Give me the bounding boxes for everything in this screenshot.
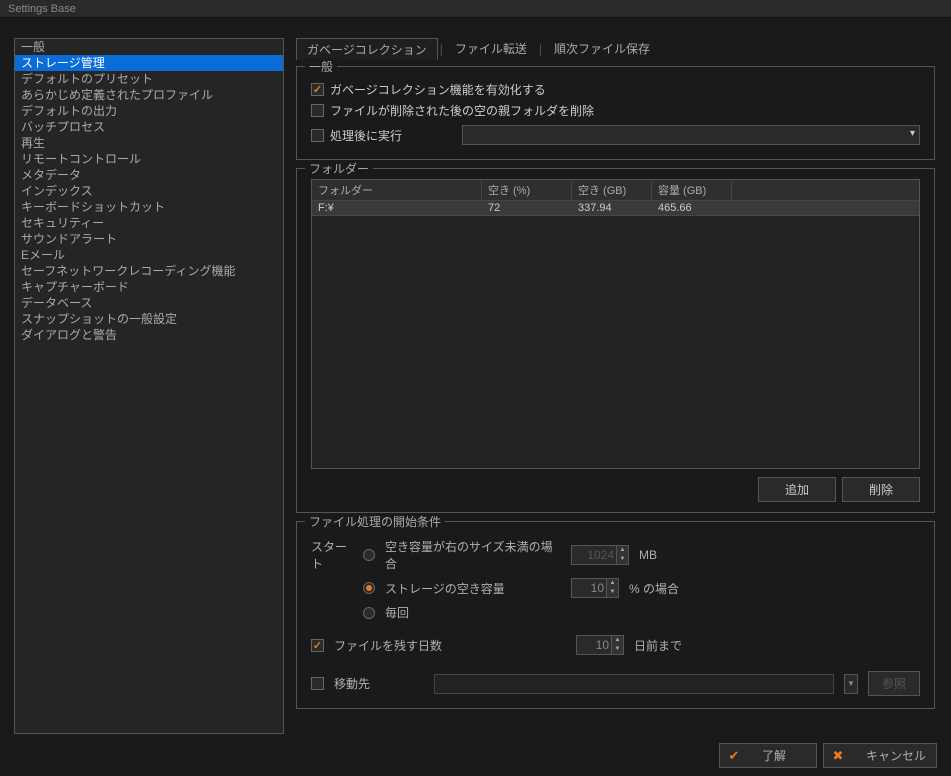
cell-free-pct: 72 [482,201,572,215]
size-value: 1024 [587,548,614,562]
header-free-pct[interactable]: 空き (%) [482,180,572,200]
move-to-input[interactable] [434,674,834,694]
radio-every[interactable] [363,607,375,619]
check-icon: ✔ [726,748,742,764]
radio-every-label: 毎回 [385,604,409,621]
sidebar-item-capture-board[interactable]: キャプチャーボード [15,279,283,295]
spinner-down-icon[interactable]: ▼ [611,645,623,654]
header-free-gb[interactable]: 空き (GB) [572,180,652,200]
keep-days-unit: 日前まで [634,637,682,654]
cell-free-gb: 337.94 [572,201,652,215]
size-spinner[interactable]: 1024 ▲▼ [571,545,629,565]
tab-separator: | [539,42,542,56]
size-unit: MB [639,548,657,562]
cell-folder: F:¥ [312,201,482,215]
spinner-up-icon[interactable]: ▲ [611,636,623,645]
sidebar-item-security[interactable]: セキュリティー [15,215,283,231]
keep-days-label: ファイルを残す日数 [334,637,566,654]
header-folder[interactable]: フォルダー [312,180,482,200]
move-to-dropdown-icon[interactable]: ▼ [844,674,858,694]
run-after-dropdown[interactable] [462,125,920,145]
move-to-label: 移動先 [334,675,424,692]
sidebar-item-predefined-profiles[interactable]: あらかじめ定義されたプロファイル [15,87,283,103]
folder-table: フォルダー 空き (%) 空き (GB) 容量 (GB) F:¥ 72 337.… [311,179,920,469]
sidebar-item-snapshot-general[interactable]: スナップショットの一般設定 [15,311,283,327]
pct-unit: % の場合 [629,580,679,597]
add-button[interactable]: 追加 [758,477,836,502]
sidebar-item-sound-alert[interactable]: サウンドアラート [15,231,283,247]
condition-legend: ファイル処理の開始条件 [305,513,445,530]
enable-gc-checkbox[interactable] [311,83,324,96]
run-after-checkbox[interactable] [311,129,324,142]
spinner-down-icon[interactable]: ▼ [616,555,628,564]
spinner-down-icon[interactable]: ▼ [606,588,618,597]
sidebar-item-storage[interactable]: ストレージ管理 [15,55,283,71]
spinner-up-icon[interactable]: ▲ [616,546,628,555]
delete-empty-parent-checkbox[interactable] [311,104,324,117]
tabs-bar: ガベージコレクション | ファイル転送 | 順次ファイル保存 [296,38,935,60]
table-row[interactable]: F:¥ 72 337.94 465.66 [312,201,919,216]
keep-days-spinner[interactable]: 10 ▲▼ [576,635,624,655]
ok-button[interactable]: ✔ 了解 [719,743,817,768]
folder-legend: フォルダー [305,160,373,177]
spinner-up-icon[interactable]: ▲ [606,579,618,588]
sidebar-item-email[interactable]: Eメール [15,247,283,263]
run-after-label: 処理後に実行 [330,127,402,144]
keep-days-checkbox[interactable] [311,639,324,652]
general-fieldset: 一般 ガベージコレクション機能を有効化する ファイルが削除された後の空の親フォル… [296,66,935,160]
folder-fieldset: フォルダー フォルダー 空き (%) 空き (GB) 容量 (GB) F:¥ 7… [296,168,935,513]
sidebar-item-default-presets[interactable]: デフォルトのプリセット [15,71,283,87]
sidebar-item-safe-network-recording[interactable]: セーフネットワークレコーディング機能 [15,263,283,279]
footer: ✔ 了解 ✖ キャンセル [719,743,937,768]
pct-value: 10 [591,581,604,595]
sidebar-item-batch-process[interactable]: バッチプロセス [15,119,283,135]
radio-size[interactable] [363,549,375,561]
move-to-checkbox[interactable] [311,677,324,690]
sidebar-item-remote-control[interactable]: リモートコントロール [15,151,283,167]
radio-pct[interactable] [363,582,375,594]
tab-separator: | [440,42,443,56]
delete-empty-parent-label: ファイルが削除された後の空の親フォルダを削除 [330,102,594,119]
header-cap-gb[interactable]: 容量 (GB) [652,180,732,200]
settings-sidebar: 一般 ストレージ管理 デフォルトのプリセット あらかじめ定義されたプロファイル … [14,38,284,734]
sidebar-item-general[interactable]: 一般 [15,39,283,55]
sidebar-item-keyboard-shortcuts[interactable]: キーボードショットカット [15,199,283,215]
sidebar-item-index[interactable]: インデックス [15,183,283,199]
enable-gc-label: ガベージコレクション機能を有効化する [330,81,546,98]
tab-sequential-file-save[interactable]: 順次ファイル保存 [544,38,660,60]
header-spacer [732,180,919,200]
cell-cap-gb: 465.66 [652,201,732,215]
pct-spinner[interactable]: 10 ▲▼ [571,578,619,598]
ok-label: 了解 [762,747,786,764]
sidebar-item-default-output[interactable]: デフォルトの出力 [15,103,283,119]
sidebar-item-database[interactable]: データベース [15,295,283,311]
remove-button[interactable]: 削除 [842,477,920,502]
radio-size-label: 空き容量が右のサイズ未満の場合 [385,538,561,572]
close-icon: ✖ [830,748,846,764]
general-legend: 一般 [305,58,337,75]
start-label: スタート [311,538,353,572]
window-title: Settings Base [0,0,951,18]
cancel-label: キャンセル [866,747,926,764]
sidebar-item-metadata[interactable]: メタデータ [15,167,283,183]
keep-days-value: 10 [596,638,609,652]
radio-pct-label: ストレージの空き容量 [385,580,561,597]
sidebar-item-playback[interactable]: 再生 [15,135,283,151]
cancel-button[interactable]: ✖ キャンセル [823,743,937,768]
browse-button[interactable]: 参照 [868,671,920,696]
sidebar-item-dialog-warning[interactable]: ダイアログと警告 [15,327,283,343]
condition-fieldset: ファイル処理の開始条件 スタート 空き容量が右のサイズ未満の場合 1024 ▲▼… [296,521,935,709]
tab-garbage-collection[interactable]: ガベージコレクション [296,38,438,60]
tab-file-transfer[interactable]: ファイル転送 [445,38,537,60]
